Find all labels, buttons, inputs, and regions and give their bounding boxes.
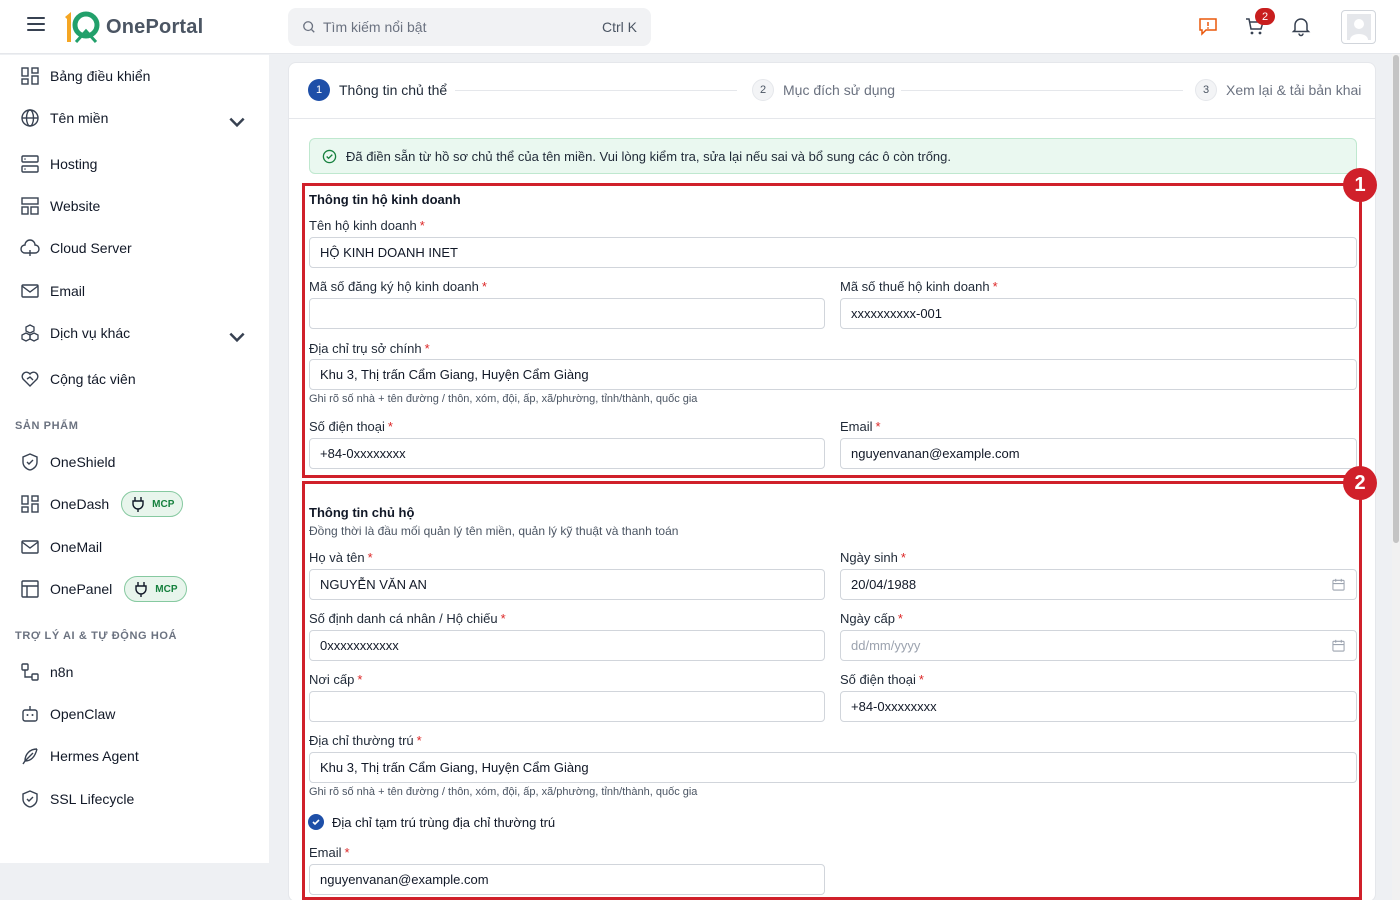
sidebar-item-label: Bảng điều khiển bbox=[50, 68, 151, 84]
mcp-badge-label: MCP bbox=[152, 498, 175, 510]
sidebar-item-label: OneShield bbox=[50, 454, 116, 470]
sidebar-item-label: SSL Lifecycle bbox=[50, 791, 135, 807]
globe-icon bbox=[21, 109, 39, 127]
sidebar-item-label: Tên miền bbox=[50, 110, 109, 126]
sidebar-item-label: Dịch vụ khác bbox=[50, 325, 131, 341]
bell-icon[interactable] bbox=[1290, 15, 1312, 37]
sidebar-item-label: OpenClaw bbox=[50, 706, 116, 722]
step-connector bbox=[901, 90, 1183, 91]
chevron-down-icon bbox=[229, 332, 245, 343]
logo-mark-icon bbox=[62, 9, 102, 45]
sidebar: Bảng điều khiển Tên miền Hosting Website… bbox=[0, 55, 269, 863]
cubes-icon bbox=[21, 324, 39, 342]
sidebar-item-label: Email bbox=[50, 283, 86, 299]
chevron-down-icon bbox=[229, 117, 245, 128]
feedback-icon[interactable] bbox=[1197, 15, 1219, 37]
menu-icon[interactable] bbox=[27, 17, 45, 35]
search-input[interactable] bbox=[323, 19, 602, 35]
sidebar-item-oneshield[interactable]: OneShield bbox=[0, 442, 269, 482]
website-icon bbox=[21, 197, 39, 215]
sidebar-section-ai: TRỢ LÝ AI & TỰ ĐỘNG HOÁ bbox=[15, 630, 178, 642]
notice-text: Đã điền sẵn từ hồ sơ chủ thể của tên miề… bbox=[346, 148, 952, 164]
sidebar-item-email[interactable]: Email bbox=[0, 271, 269, 311]
user-icon bbox=[1346, 14, 1371, 40]
dashboard-icon bbox=[21, 67, 39, 85]
panel-icon bbox=[21, 580, 39, 598]
dashboard-icon bbox=[21, 495, 39, 513]
prefill-notice: Đã điền sẵn từ hồ sơ chủ thể của tên miề… bbox=[309, 138, 1357, 174]
mcp-badge: MCP bbox=[121, 491, 184, 517]
sidebar-item-label: OneMail bbox=[50, 539, 103, 555]
annotation-box-2 bbox=[302, 481, 1362, 900]
sidebar-item-label: Hermes Agent bbox=[50, 748, 139, 764]
step-label: Mục đích sử dụng bbox=[783, 82, 896, 98]
sidebar-item-hosting[interactable]: Hosting bbox=[0, 144, 269, 184]
sidebar-item-onedash[interactable]: OneDash MCP bbox=[0, 484, 269, 524]
sidebar-item-cloud-server[interactable]: Cloud Server bbox=[0, 228, 269, 268]
sidebar-item-label: OnePanel bbox=[50, 581, 113, 597]
mail-icon bbox=[21, 284, 39, 298]
sidebar-item-website[interactable]: Website bbox=[0, 186, 269, 226]
shield-icon bbox=[22, 453, 38, 471]
app-name: OnePortal bbox=[106, 15, 204, 38]
sidebar-item-ssl-lifecycle[interactable]: SSL Lifecycle bbox=[0, 779, 269, 819]
sidebar-item-domains[interactable]: Tên miền bbox=[0, 98, 269, 138]
step-1[interactable]: 1 Thông tin chủ thể bbox=[308, 79, 447, 101]
search-bar[interactable]: Ctrl K bbox=[288, 8, 651, 46]
sidebar-item-other-services[interactable]: Dịch vụ khác bbox=[0, 313, 269, 353]
sidebar-item-onepanel[interactable]: OnePanel MCP bbox=[0, 569, 269, 609]
sidebar-item-label: OneDash bbox=[50, 496, 110, 512]
plug-icon bbox=[135, 582, 147, 597]
shield-check-icon bbox=[22, 790, 38, 808]
sidebar-item-label: Cloud Server bbox=[50, 240, 132, 256]
annotation-label-2: 2 bbox=[1343, 466, 1377, 500]
top-header: OnePortal Ctrl K 2 bbox=[0, 0, 1400, 54]
sidebar-item-label: Cộng tác viên bbox=[50, 371, 136, 387]
page-scrollbar-thumb[interactable] bbox=[1393, 55, 1399, 543]
logo[interactable]: OnePortal bbox=[62, 9, 203, 45]
sidebar-item-label: Hosting bbox=[50, 156, 98, 172]
sidebar-item-dashboard[interactable]: Bảng điều khiển bbox=[0, 56, 269, 96]
step-2[interactable]: 2 Mục đích sử dụng bbox=[752, 79, 895, 101]
stepper: 1 Thông tin chủ thể 2 Mục đích sử dụng 3… bbox=[289, 63, 1375, 119]
annotation-box-1 bbox=[302, 183, 1362, 478]
sidebar-section-products: SẢN PHẨM bbox=[15, 420, 79, 432]
plug-icon bbox=[132, 497, 144, 512]
workflow-icon bbox=[21, 663, 39, 681]
bot-icon bbox=[22, 706, 38, 722]
sidebar-item-n8n[interactable]: n8n bbox=[0, 652, 269, 692]
step-number: 3 bbox=[1195, 79, 1217, 101]
sidebar-item-label: n8n bbox=[50, 664, 74, 680]
feather-icon bbox=[22, 748, 38, 765]
server-icon bbox=[21, 155, 39, 173]
sidebar-item-hermes-agent[interactable]: Hermes Agent bbox=[0, 736, 269, 776]
step-label: Thông tin chủ thể bbox=[339, 82, 448, 98]
mail-icon bbox=[21, 540, 39, 554]
sidebar-item-onemail[interactable]: OneMail bbox=[0, 527, 269, 567]
user-avatar[interactable] bbox=[1341, 10, 1376, 44]
step-connector bbox=[455, 90, 737, 91]
mcp-badge: MCP bbox=[124, 576, 187, 602]
mcp-badge-label: MCP bbox=[155, 583, 178, 595]
step-3[interactable]: 3 Xem lại & tải bản khai bbox=[1195, 79, 1361, 101]
step-label: Xem lại & tải bản khai bbox=[1226, 82, 1362, 98]
check-circle-icon bbox=[322, 149, 337, 163]
cloud-icon bbox=[20, 239, 40, 256]
annotation-label-1: 1 bbox=[1343, 168, 1377, 202]
search-shortcut: Ctrl K bbox=[602, 19, 637, 35]
handshake-heart-icon bbox=[21, 371, 39, 387]
sidebar-item-openclaw[interactable]: OpenClaw bbox=[0, 694, 269, 734]
step-number: 1 bbox=[308, 79, 330, 101]
search-icon bbox=[303, 21, 315, 33]
sidebar-item-affiliates[interactable]: Cộng tác viên bbox=[0, 359, 269, 399]
step-number: 2 bbox=[752, 79, 774, 101]
cart-count-badge: 2 bbox=[1255, 8, 1275, 25]
sidebar-item-label: Website bbox=[50, 198, 101, 214]
